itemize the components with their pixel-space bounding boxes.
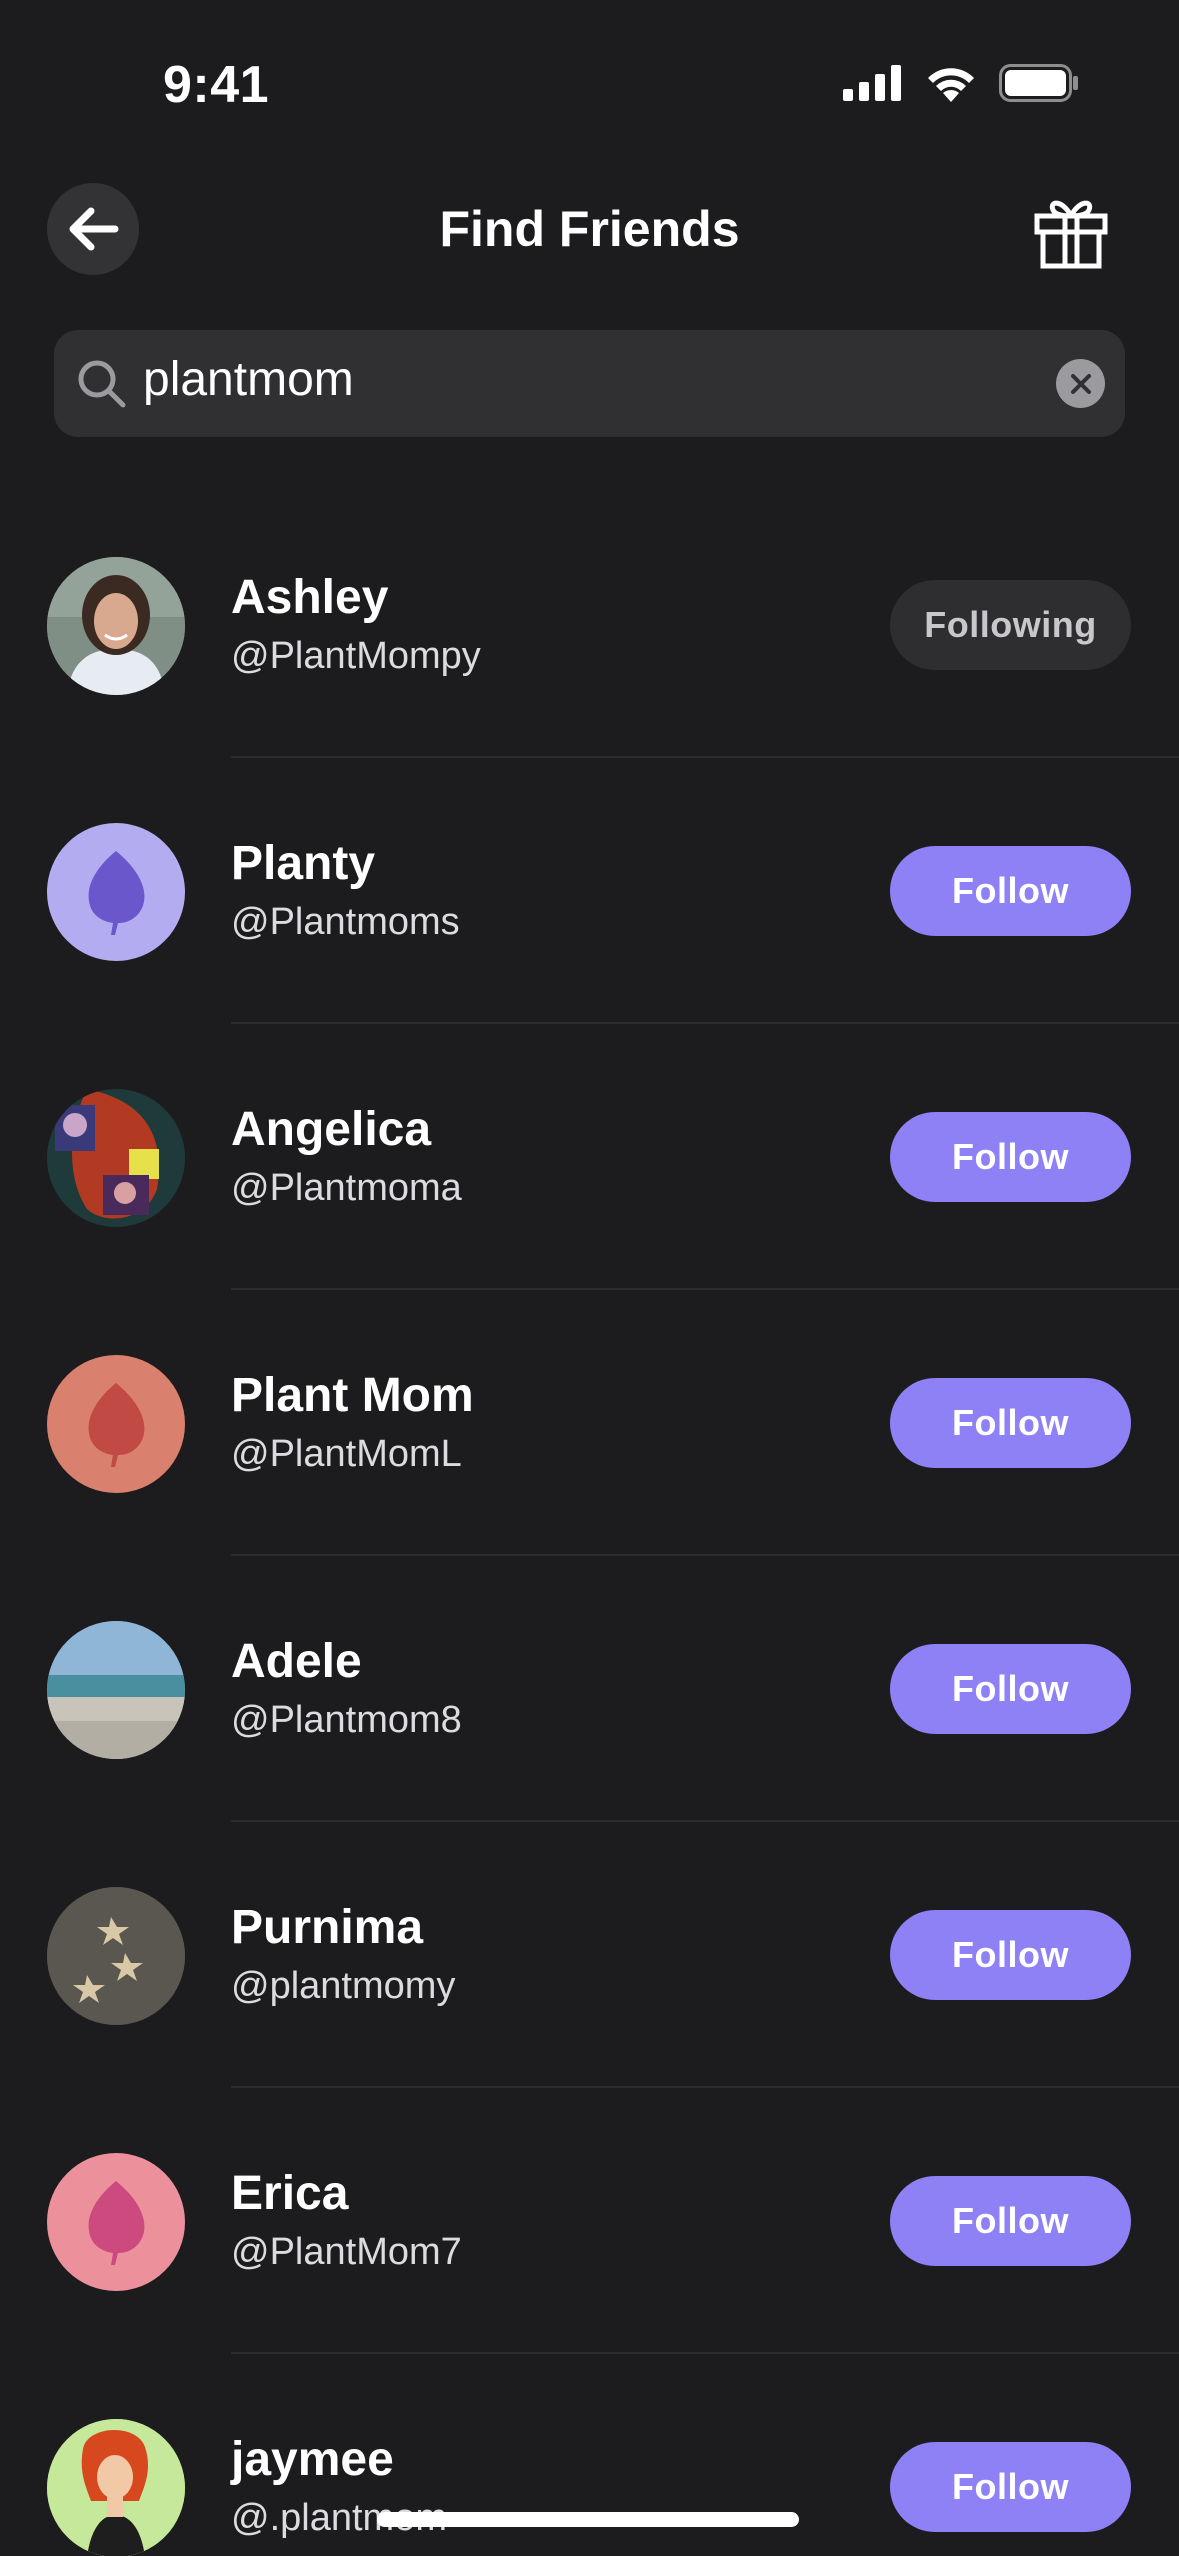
follow-button[interactable]: Follow [890,1112,1131,1202]
follow-button[interactable]: Follow [890,2176,1131,2266]
user-row[interactable]: Plant Mom @PlantMomL Follow [0,1331,1179,1597]
battery-icon [999,64,1078,102]
user-name: Plant Mom [231,1369,474,1422]
gift-icon [1034,200,1108,269]
row-divider [231,1820,1179,1822]
following-button[interactable]: Following [890,580,1131,670]
profile-photo [47,1089,185,1227]
user-row[interactable]: Erica @PlantMom7 Follow [0,2129,1179,2395]
user-handle: @Plantmoms [231,901,460,943]
user-name: Ashley [231,571,389,624]
avatar[interactable] [47,1355,185,1493]
follow-button[interactable]: Follow [890,1910,1131,2000]
avatar[interactable] [47,557,185,695]
header: Find Friends [0,180,1179,280]
profile-photo [47,557,185,695]
page-title: Find Friends [439,201,740,257]
avatar[interactable] [47,2419,185,2556]
row-divider [231,1022,1179,1024]
row-divider [231,2352,1179,2354]
find-friends-screen: 9:41 Find Friends plantmom Ashley @Plant… [0,0,1179,2556]
user-handle: @PlantMompy [231,635,481,677]
user-name: Planty [231,837,376,890]
avatar[interactable] [47,1621,185,1759]
follow-button[interactable]: Follow [890,1378,1131,1468]
user-name: Purnima [231,1901,424,1954]
follow-button[interactable]: Follow [890,846,1131,936]
clear-search-button[interactable] [1056,359,1105,408]
profile-photo [47,1887,185,2025]
cellular-signal-icon [843,65,901,101]
profile-photo [47,1621,185,1759]
search-input[interactable]: plantmom [143,352,354,407]
status-time: 9:41 [163,56,270,114]
close-icon [1070,373,1091,394]
user-name: Erica [231,2167,349,2220]
follow-button[interactable]: Follow [890,1644,1131,1734]
user-list: Ashley @PlantMompy Following Planty @Pla… [0,533,1179,2556]
avatar[interactable] [47,2153,185,2291]
leaf-icon [88,2181,145,2265]
user-row[interactable]: Adele @Plantmom8 Follow [0,1597,1179,1863]
gift-button[interactable] [1033,194,1109,270]
avatar[interactable] [47,1887,185,2025]
profile-illustration [47,2419,185,2556]
row-divider [231,756,1179,758]
status-icons [843,64,1079,102]
user-handle: @Plantmoma [231,1167,462,1209]
user-row[interactable]: Angelica @Plantmoma Follow [0,1065,1179,1331]
user-name: Adele [231,1635,362,1688]
user-row[interactable]: Ashley @PlantMompy Following [0,533,1179,799]
follow-button[interactable]: Follow [890,2442,1131,2532]
user-name: Angelica [231,1103,432,1156]
user-handle: @plantmomy [231,1965,456,2007]
user-row[interactable]: jaymee @.plantmom Follow [0,2395,1179,2556]
row-divider [231,1554,1179,1556]
wifi-icon [928,68,974,102]
user-handle: @Plantmom8 [231,1699,462,1741]
user-handle: @PlantMomL [231,1433,462,1475]
leaf-icon [88,851,145,935]
search-bar[interactable]: plantmom [54,330,1125,437]
search-icon [78,360,126,408]
leaf-icon [88,1383,145,1467]
status-bar: 9:41 [0,0,1179,150]
avatar[interactable] [47,823,185,961]
user-row[interactable]: Planty @Plantmoms Follow [0,799,1179,1065]
user-name: jaymee [231,2433,394,2486]
avatar[interactable] [47,1089,185,1227]
row-divider [231,2086,1179,2088]
row-divider [231,1288,1179,1290]
user-handle: @PlantMom7 [231,2231,462,2273]
home-indicator[interactable] [377,2512,799,2527]
user-row[interactable]: Purnima @plantmomy Follow [0,1863,1179,2129]
